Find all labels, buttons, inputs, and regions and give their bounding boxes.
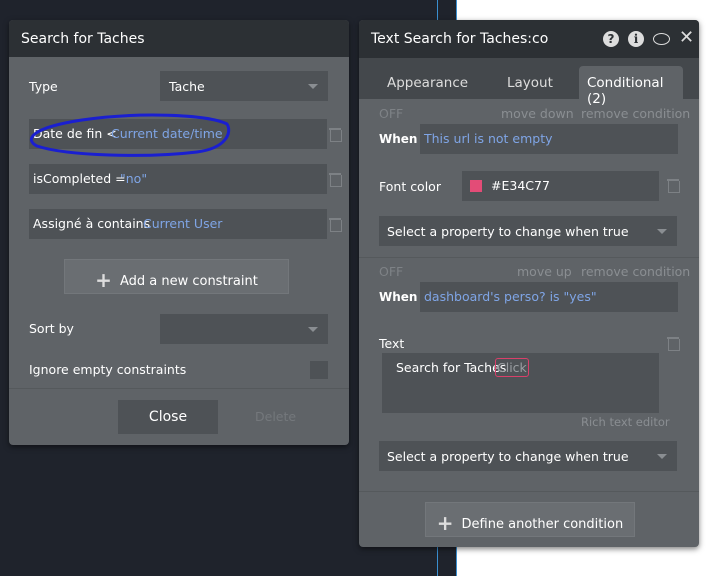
when-expression-field[interactable]: This url is not empty [420,124,678,154]
color-value: #E34C77 [491,178,550,193]
color-picker-field[interactable]: #E34C77 [462,171,659,201]
info-icon[interactable]: i [628,31,644,47]
trash-icon[interactable] [329,172,342,187]
panel-title: Text Search for Taches:co [359,20,699,58]
sort-by-label: Sort by [29,321,74,336]
trash-icon[interactable] [667,178,680,193]
property-select[interactable]: Select a property to change when true [379,216,677,246]
type-value: Tache [169,79,205,94]
rich-text-editor-link[interactable]: Rich text editor [581,415,670,429]
define-another-condition-button[interactable]: + Define another condition [425,502,635,537]
constraint-row[interactable]: isCompleted = "no" [29,164,327,194]
constraint-field: isCompleted = [33,171,126,186]
font-color-label: Font color [379,179,441,194]
when-expression: dashboard's perso? is "yes" [424,289,597,304]
constraint-value[interactable]: "no" [120,171,147,186]
chevron-down-icon [308,84,318,89]
ignore-empty-label: Ignore empty constraints [29,362,187,377]
ignore-empty-checkbox[interactable] [310,361,328,379]
property-select[interactable]: Select a property to change when true [379,441,677,471]
trash-icon[interactable] [667,336,680,351]
define-another-label: Define another condition [461,517,624,532]
delete-button[interactable]: Delete [255,409,296,424]
when-label: When [379,132,418,146]
tab-layout[interactable]: Layout [507,75,553,91]
trash-icon[interactable] [329,217,342,232]
annotation-circle [30,113,231,157]
constraint-field: Assigné à contains [33,216,151,231]
divider [9,388,349,389]
add-constraint-button[interactable]: + Add a new constraint [64,259,289,294]
when-label: When [379,290,418,304]
sort-by-dropdown[interactable] [160,314,328,344]
condition-toggle[interactable]: OFF [379,264,403,279]
constraint-value[interactable]: Current User [143,216,222,231]
divider [359,491,699,492]
chevron-down-icon [657,454,667,459]
property-editor-panel: Text Search for Taches:co ? i ✕ Appearan… [359,20,699,547]
move-up-link[interactable]: move up [517,264,572,279]
add-constraint-label: Add a new constraint [119,274,258,289]
chevron-down-icon [657,229,667,234]
plus-icon: + [436,511,454,535]
remove-condition-link[interactable]: remove condition [581,264,690,279]
panel-title-text: Text Search for Taches:co [371,31,549,47]
search-editor-panel: Search for Taches Type Tache Date de fin… [9,20,349,445]
tab-conditional[interactable]: Conditional (2) [579,66,683,107]
constraint-row[interactable]: Assigné à contains Current User [29,209,327,239]
when-expression: This url is not empty [424,131,553,146]
chevron-down-icon [308,327,318,332]
close-button[interactable]: Close [118,400,218,434]
panel-title: Search for Taches [9,20,349,57]
help-icon[interactable]: ? [603,31,619,47]
type-dropdown[interactable]: Tache [160,71,328,101]
remove-condition-link[interactable]: remove condition [581,106,690,121]
divider [359,257,699,258]
move-down-link[interactable]: move down [501,106,574,121]
comment-icon[interactable] [653,33,670,45]
plus-icon: + [95,268,112,292]
property-select-label: Select a property to change when true [387,449,629,464]
color-swatch [470,180,482,192]
close-icon[interactable]: ✕ [679,27,694,48]
trash-icon[interactable] [329,127,342,142]
text-label: Text [379,336,405,351]
type-label: Type [29,79,58,94]
dynamic-expression-chip[interactable]: Click [495,358,529,377]
text-value: Search for Taches [396,360,507,375]
when-expression-field[interactable]: dashboard's perso? is "yes" [420,282,678,312]
property-select-label: Select a property to change when true [387,224,629,239]
tab-appearance[interactable]: Appearance [387,75,468,91]
text-editor-field[interactable]: Search for Taches Click [382,353,659,413]
condition-toggle[interactable]: OFF [379,106,403,121]
